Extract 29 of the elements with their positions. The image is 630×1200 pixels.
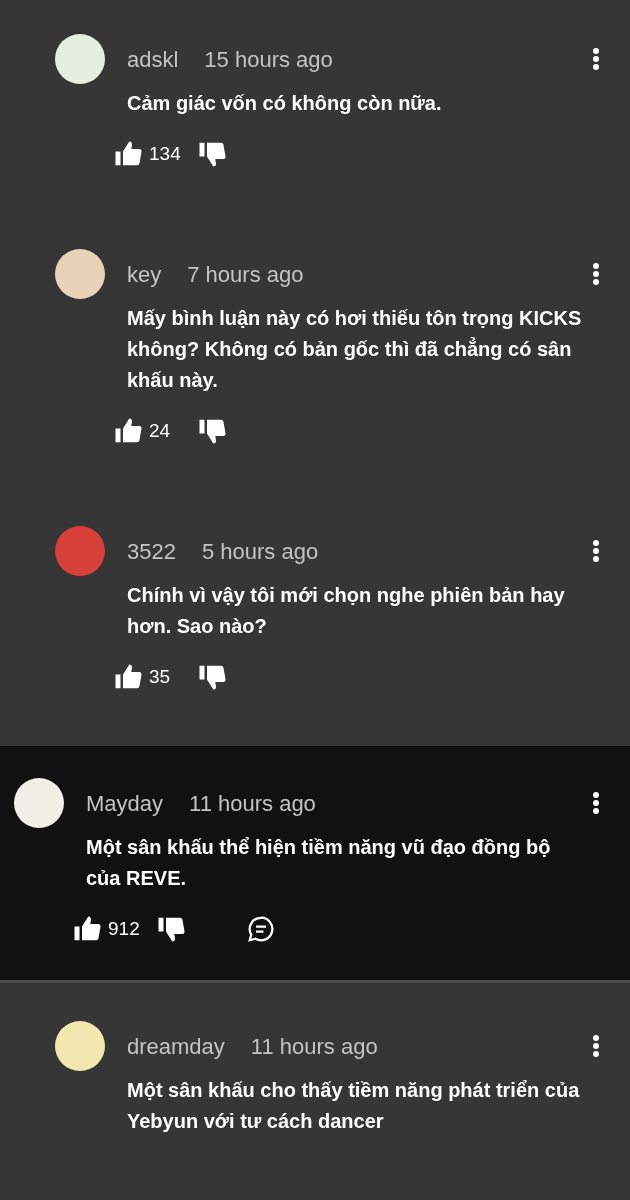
comment-author[interactable]: Mayday <box>86 786 164 820</box>
comment-time: 5 hours ago <box>201 537 319 566</box>
comment-time: 11 hours ago <box>189 789 316 818</box>
more-options-icon[interactable] <box>592 262 600 286</box>
comment-text: Chính vì vậy tôi mới chọn nghe phiên bản hay hơn. Sao nào? <box>127 583 566 639</box>
more-options-icon[interactable] <box>592 539 600 563</box>
like-count: 134 <box>149 141 182 166</box>
comment-time: 15 hours ago <box>204 45 333 74</box>
comment-text: Một sân khấu thể hiện tiềm năng vũ đạo đồng bộ của REVE. <box>86 835 552 891</box>
comment-text: Cảm giác vốn có không còn nữa. <box>127 91 443 116</box>
like-count: 24 <box>149 418 172 443</box>
comment-author[interactable]: key <box>127 257 162 291</box>
avatar[interactable] <box>55 1021 105 1071</box>
more-options-icon[interactable] <box>592 47 600 71</box>
more-options-icon[interactable] <box>592 1034 600 1058</box>
avatar[interactable] <box>55 249 105 299</box>
comment-time: 7 hours ago <box>187 260 304 289</box>
comment-author[interactable]: 3522 <box>127 534 176 568</box>
avatar[interactable] <box>55 34 105 84</box>
like-count: 35 <box>149 664 172 689</box>
comment-time: 11 hours ago <box>250 1032 378 1061</box>
comment-text: Một sân khấu cho thấy tiềm năng phát triển của Yebyun với tư cách dancer <box>127 1078 581 1134</box>
comment-text: Mấy bình luận này có hơi thiếu tôn trọng KICKS không? Không có bản gốc thì đã chẳng có sân khấu này. <box>127 306 583 393</box>
comment-author[interactable]: adskl <box>127 42 179 76</box>
reply-icon[interactable] <box>246 914 276 944</box>
more-options-icon[interactable] <box>592 791 600 815</box>
like-count: 912 <box>108 916 141 941</box>
comment-author[interactable]: dreamday <box>127 1029 225 1063</box>
avatar[interactable] <box>14 778 64 828</box>
